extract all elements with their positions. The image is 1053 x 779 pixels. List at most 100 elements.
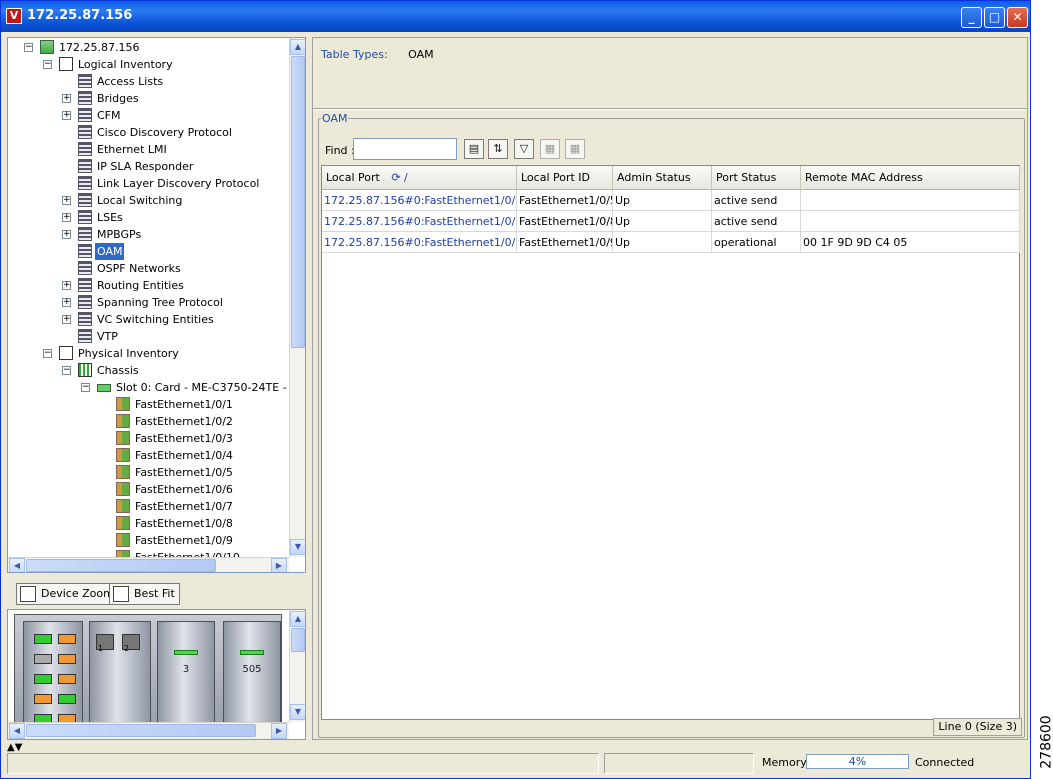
port-icon [116, 499, 130, 513]
tree-item-label: FastEthernet1/0/6 [135, 483, 233, 496]
device-zoom-button[interactable]: Device Zoom [16, 583, 119, 605]
cell-remote-mac [801, 190, 1020, 211]
table-icon [78, 91, 92, 105]
print-icon[interactable]: ▦ [565, 139, 585, 159]
filter-icon[interactable]: ▽ [514, 139, 534, 159]
column-header-local-port-id[interactable]: Local Port ID [517, 166, 613, 190]
collapse-icon[interactable]: − [43, 60, 52, 69]
maximize-button[interactable]: □ [984, 7, 1005, 28]
device-toolbar: Device Zoom Best Fit [7, 579, 306, 609]
column-header-remote-mac[interactable]: Remote MAC Address [801, 166, 1020, 190]
column-header-local-port[interactable]: Local Port ⟳ / [322, 166, 517, 190]
best-fit-button[interactable]: Best Fit [109, 583, 180, 605]
sort-icon[interactable]: ⟳ / [391, 171, 407, 184]
status-led [174, 650, 198, 655]
tree-item-label: Logical Inventory [78, 58, 173, 71]
export-icon[interactable]: ▦ [540, 139, 560, 159]
status-cell [604, 753, 754, 774]
table-icon [78, 74, 92, 88]
tree-vertical-scrollbar[interactable]: ▲ ▼ [289, 38, 305, 557]
collapse-icon[interactable]: − [62, 366, 71, 375]
port-icon [116, 448, 130, 462]
expand-icon[interactable]: + [62, 230, 71, 239]
table-icon [78, 261, 92, 275]
scroll-right-button[interactable]: ▶ [271, 558, 287, 572]
module-label: 1 [98, 644, 104, 653]
save-icon[interactable]: ▤ [464, 139, 484, 159]
table-row[interactable]: 172.25.87.156#0:FastEthernet1/0/9 FastEt… [322, 232, 1020, 253]
cell-admin-status: Up [613, 232, 712, 253]
chassis-icon [78, 363, 92, 377]
collapse-icon[interactable]: − [43, 349, 52, 358]
device-horizontal-scrollbar[interactable]: ◀ ▶ [8, 722, 289, 739]
tree-item-label: OSPF Networks [97, 262, 181, 275]
module-label: 2 [124, 644, 130, 653]
scroll-thumb[interactable] [26, 724, 256, 737]
expand-icon[interactable]: + [62, 315, 71, 324]
memory-indicator: 4% [806, 754, 909, 769]
table-icon [78, 125, 92, 139]
table-types: Table Types: OAM [321, 48, 434, 61]
scroll-up-button[interactable]: ▲ [290, 39, 305, 55]
zoom-icon [20, 586, 36, 602]
slot-3: 3 [157, 621, 215, 725]
sort-az-icon[interactable]: ⇅ [488, 139, 508, 159]
expand-icon[interactable]: + [62, 298, 71, 307]
column-header-admin-status[interactable]: Admin Status [613, 166, 712, 190]
port-icon [116, 533, 130, 547]
tree-item-label: FastEthernet1/0/7 [135, 500, 233, 513]
tree-item-label: Link Layer Discovery Protocol [97, 177, 260, 190]
tree-item-label: Cisco Discovery Protocol [97, 126, 232, 139]
scroll-right-button[interactable]: ▶ [271, 723, 287, 739]
device-vertical-scrollbar[interactable]: ▲ ▼ [289, 610, 305, 722]
scroll-down-button[interactable]: ▼ [290, 704, 305, 720]
tree-item-label: MPBGPs [97, 228, 142, 241]
scroll-thumb[interactable] [26, 559, 216, 572]
table-row[interactable]: 172.25.87.156#0:FastEthernet1/0/5 FastEt… [322, 190, 1020, 211]
oam-table[interactable]: Local Port ⟳ / Local Port ID Admin Statu… [321, 165, 1020, 720]
slot-modules: 1 2 [89, 621, 151, 725]
memory-label: Memory: [762, 756, 810, 769]
find-input[interactable] [353, 138, 457, 160]
expand-icon[interactable]: + [62, 213, 71, 222]
port-indicator [58, 694, 76, 704]
scroll-thumb[interactable] [291, 56, 305, 348]
expand-icon[interactable]: + [62, 281, 71, 290]
scroll-up-button[interactable]: ▲ [290, 611, 305, 627]
tree-horizontal-scrollbar[interactable]: ◀ ▶ [8, 557, 289, 572]
port-indicator [58, 674, 76, 684]
port-icon [116, 414, 130, 428]
port-indicator [34, 674, 52, 684]
port-indicator [34, 694, 52, 704]
expand-icon[interactable]: + [62, 94, 71, 103]
tree-item-label: Ethernet LMI [97, 143, 167, 156]
scroll-left-button[interactable]: ◀ [9, 723, 25, 739]
split-toggle-icon[interactable]: ▲▼ [7, 742, 22, 753]
scroll-left-button[interactable]: ◀ [9, 558, 25, 572]
tree-item-label: FastEthernet1/0/4 [135, 449, 233, 462]
table-row[interactable]: 172.25.87.156#0:FastEthernet1/0/8 FastEt… [322, 211, 1020, 232]
minimize-button[interactable]: _ [961, 7, 982, 28]
title-bar[interactable]: V 172.25.87.156 _ □ ✕ [1, 1, 1030, 32]
group-title: OAM [321, 112, 349, 125]
expand-icon[interactable]: + [62, 196, 71, 205]
scroll-thumb[interactable] [291, 628, 305, 652]
collapse-icon[interactable]: − [81, 383, 90, 392]
status-cell [7, 753, 599, 774]
inventory-tree[interactable]: −172.25.87.156− Logical Inventory Access L… [7, 37, 306, 573]
scroll-down-button[interactable]: ▼ [290, 539, 305, 555]
cell-remote-mac [801, 211, 1020, 232]
expand-icon[interactable]: + [62, 111, 71, 120]
tree-item-label: Spanning Tree Protocol [97, 296, 223, 309]
table-icon [78, 295, 92, 309]
window-title: 172.25.87.156 [27, 8, 133, 23]
table-icon [78, 210, 92, 224]
cell-local-port: 172.25.87.156#0:FastEthernet1/0/8 [322, 211, 517, 232]
column-header-port-status[interactable]: Port Status [712, 166, 801, 190]
close-button[interactable]: ✕ [1007, 7, 1028, 28]
table-header: Local Port ⟳ / Local Port ID Admin Statu… [322, 166, 1020, 190]
collapse-icon[interactable]: − [24, 43, 33, 52]
device-view[interactable]: 1 2 3 505 ▲ ▼ ◀ ▶ [7, 609, 306, 740]
tree-item-label: FastEthernet1/0/1 [135, 398, 233, 411]
tree-item-label: FastEthernet1/0/9 [135, 534, 233, 547]
